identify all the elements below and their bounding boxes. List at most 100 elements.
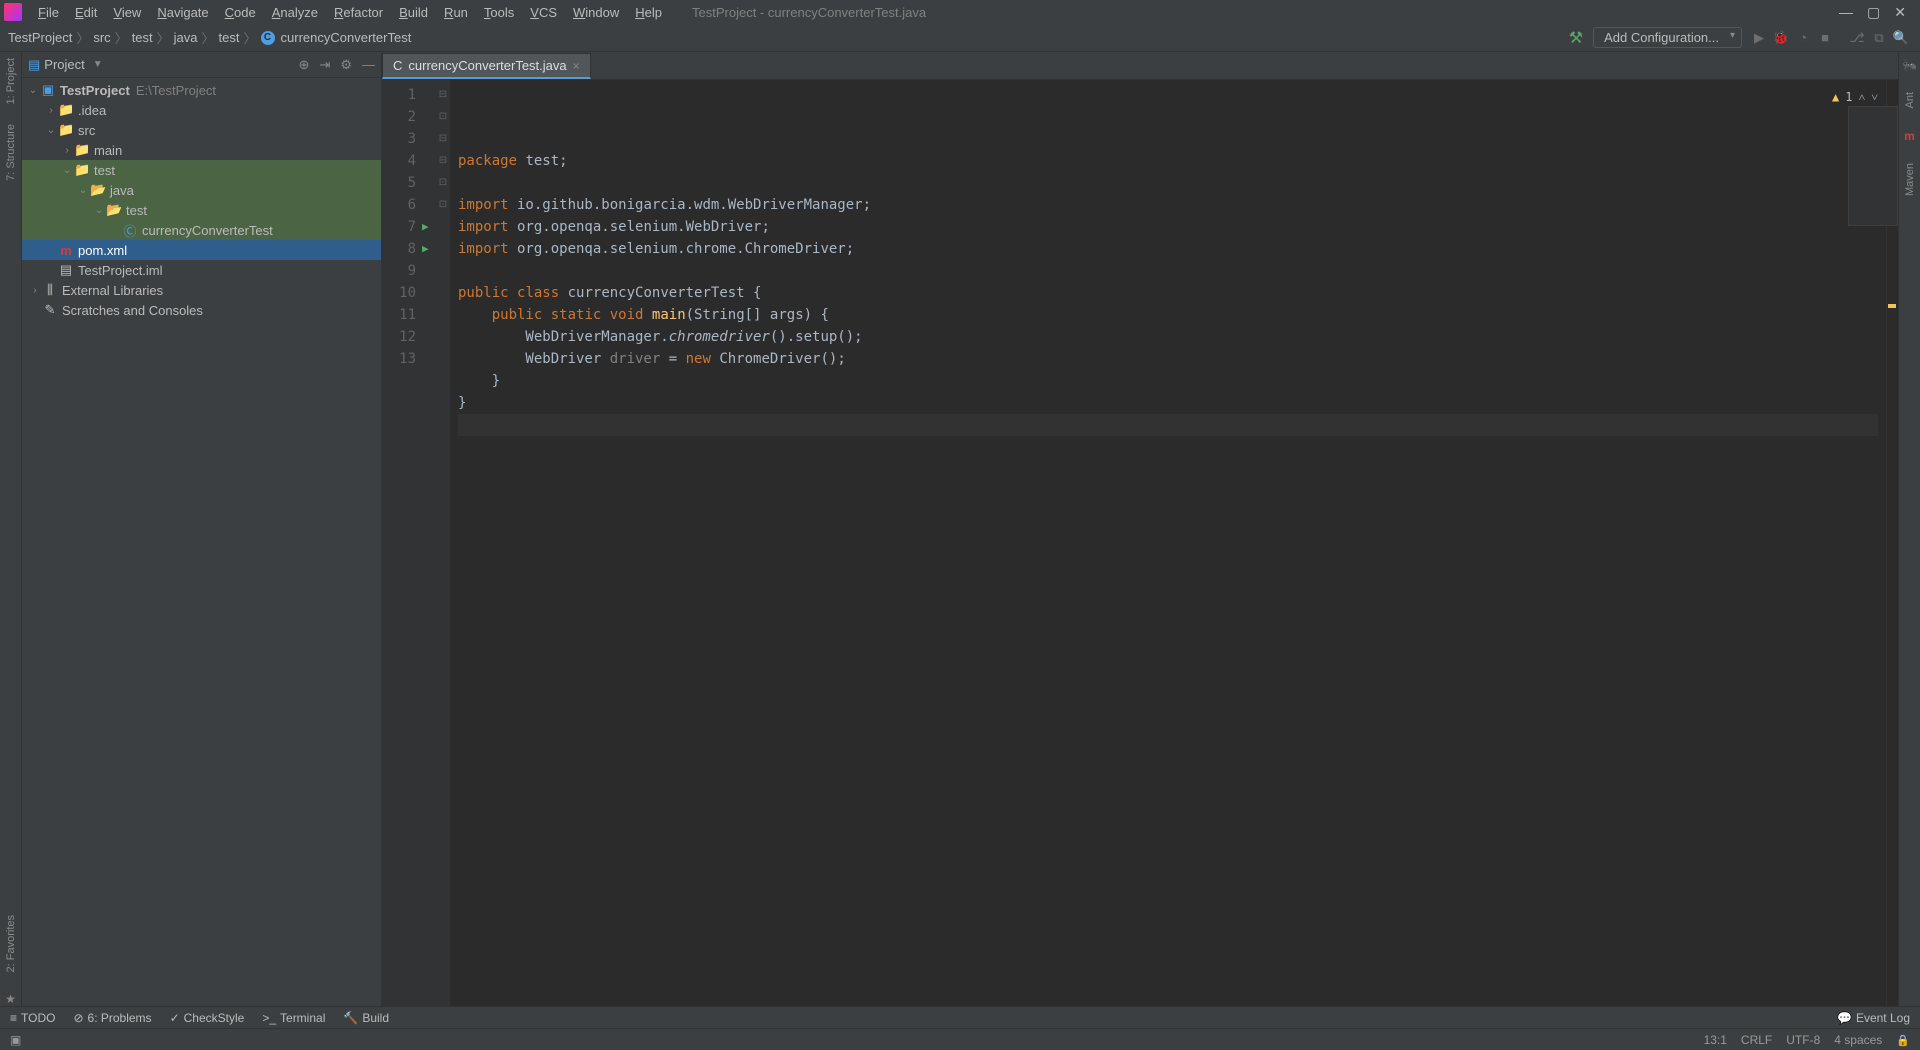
right-tool-rail: 🐜 Ant m Maven — [1898, 52, 1920, 1006]
warning-marker[interactable] — [1888, 304, 1896, 308]
breadcrumb: TestProject〉src〉test〉java〉test〉Ccurrency… — [8, 28, 411, 47]
bottom-tool-build[interactable]: 🔨Build — [343, 1011, 389, 1025]
run-config-dropdown[interactable]: Add Configuration... — [1593, 27, 1742, 48]
bottom-tool-checkstyle[interactable]: ✓CheckStyle — [170, 1011, 245, 1025]
event-log-button[interactable]: 💬 Event Log — [1837, 1011, 1910, 1025]
class-icon: C — [261, 31, 275, 45]
menu-view[interactable]: View — [105, 3, 149, 22]
menu-file[interactable]: File — [30, 3, 67, 22]
line-gutter[interactable]: 12345678910111213 — [382, 80, 436, 1006]
minimize-icon[interactable]: — — [1839, 4, 1853, 21]
tree-item[interactable]: ⌄📂java — [22, 180, 381, 200]
project-tree[interactable]: ⌄▣TestProjectE:\TestProject›📁.idea⌄📁src›… — [22, 78, 381, 322]
tree-root[interactable]: ⌄▣TestProjectE:\TestProject — [22, 80, 381, 100]
run-icon[interactable]: ▶ — [1748, 30, 1770, 46]
menu-run[interactable]: Run — [436, 3, 476, 22]
menu-refactor[interactable]: Refactor — [326, 3, 391, 22]
window-title: TestProject - currencyConverterTest.java — [692, 5, 926, 20]
menu-build[interactable]: Build — [391, 3, 436, 22]
maven-icon[interactable]: m — [1904, 129, 1915, 143]
caret-position[interactable]: 13:1 — [1704, 1033, 1727, 1047]
window-controls: — ▢ ✕ — [1839, 4, 1916, 21]
fold-strip[interactable]: ⊟⊡⊟⊟⊡⊡ — [436, 80, 450, 1006]
rail-favorites[interactable]: 2: Favorites — [5, 915, 17, 972]
tree-item[interactable]: ›⫼External Libraries — [22, 280, 381, 300]
gear-icon[interactable]: ⚙ — [340, 57, 352, 73]
tree-item[interactable]: ▤TestProject.iml — [22, 260, 381, 280]
ant-icon[interactable]: 🐜 — [1902, 58, 1917, 72]
hide-icon[interactable]: — — [362, 57, 375, 73]
git-icon[interactable]: ⎇ — [1846, 30, 1868, 46]
star-icon[interactable]: ★ — [5, 992, 16, 1006]
bottom-tool-todo[interactable]: ≡TODO — [10, 1011, 55, 1025]
class-icon: C — [393, 58, 402, 73]
editor-body: 12345678910111213 ⊟⊡⊟⊟⊡⊡ ▲ 1 ˄ ˅ package… — [382, 80, 1898, 1006]
minimap[interactable] — [1848, 106, 1898, 226]
menu-navigate[interactable]: Navigate — [149, 3, 216, 22]
menu-code[interactable]: Code — [217, 3, 264, 22]
prev-highlight-icon[interactable]: ˄ — [1858, 86, 1865, 108]
build-icon[interactable]: ⚒ — [1569, 28, 1583, 48]
find-icon[interactable]: 🔍 — [1890, 30, 1912, 46]
toolbar: TestProject〉src〉test〉java〉test〉Ccurrency… — [0, 24, 1920, 52]
breadcrumb-item[interactable]: test — [132, 30, 153, 45]
indent[interactable]: 4 spaces — [1834, 1033, 1882, 1047]
menu-bar: FileEditViewNavigateCodeAnalyzeRefactorB… — [0, 0, 1920, 24]
editor-area: C currencyConverterTest.java × 123456789… — [382, 52, 1898, 1006]
rail-ant[interactable]: Ant — [1904, 92, 1916, 109]
sidebar-header: ▤ Project ▼ ⊕ ⇥ ⚙ — — [22, 52, 381, 78]
tree-item[interactable]: ›📁main — [22, 140, 381, 160]
code-area[interactable]: ▲ 1 ˄ ˅ package test; import io.github.b… — [450, 80, 1886, 1006]
left-tool-rail: 1: Project 7: Structure 2: Favorites ★ — [0, 52, 22, 1006]
search-everywhere-icon[interactable]: ⧉ — [1868, 30, 1890, 46]
line-separator[interactable]: CRLF — [1741, 1033, 1772, 1047]
warning-count: 1 — [1845, 86, 1852, 108]
tool-windows-icon[interactable]: ▣ — [10, 1033, 21, 1047]
tab-close-icon[interactable]: × — [573, 59, 580, 73]
collapse-icon[interactable]: ⇥ — [319, 57, 330, 73]
breadcrumb-item[interactable]: test — [219, 30, 240, 45]
chevron-down-icon[interactable]: ▼ — [93, 59, 103, 70]
bottom-tool-6-problems[interactable]: ⊘6: Problems — [73, 1011, 151, 1025]
tree-item[interactable]: mpom.xml — [22, 240, 381, 260]
rail-maven[interactable]: Maven — [1904, 163, 1916, 196]
tree-item[interactable]: ⌄📁src — [22, 120, 381, 140]
maximize-icon[interactable]: ▢ — [1867, 4, 1880, 21]
rail-structure[interactable]: 7: Structure — [5, 124, 17, 181]
tab-file[interactable]: C currencyConverterTest.java × — [382, 53, 591, 79]
menu-analyze[interactable]: Analyze — [264, 3, 326, 22]
menu-window[interactable]: Window — [565, 3, 627, 22]
menu-help[interactable]: Help — [627, 3, 670, 22]
debug-icon[interactable]: 🐞 — [1770, 30, 1792, 46]
coverage-icon[interactable]: ◔ — [1792, 30, 1814, 45]
tree-item[interactable]: ⌄📁test — [22, 160, 381, 180]
menu-vcs[interactable]: VCS — [522, 3, 565, 22]
breadcrumb-item[interactable]: java — [174, 30, 198, 45]
inspections-widget[interactable]: ▲ 1 ˄ ˅ — [1832, 86, 1878, 108]
project-icon: ▤ — [28, 57, 40, 73]
next-highlight-icon[interactable]: ˅ — [1871, 86, 1878, 108]
menu-edit[interactable]: Edit — [67, 3, 105, 22]
tree-item[interactable]: ›📁.idea — [22, 100, 381, 120]
tab-label: currencyConverterTest.java — [408, 58, 566, 73]
bottom-toolbar: ≡TODO ⊘6: Problems ✓CheckStyle >_Terminal 🔨B… — [0, 1006, 1920, 1028]
breadcrumb-item[interactable]: currencyConverterTest — [281, 30, 412, 45]
breadcrumb-item[interactable]: TestProject — [8, 30, 72, 45]
tree-item[interactable]: ⒸcurrencyConverterTest — [22, 220, 381, 240]
menu-tools[interactable]: Tools — [476, 3, 522, 22]
tree-item[interactable]: ⌄📂test — [22, 200, 381, 220]
main-area: 1: Project 7: Structure 2: Favorites ★ ▤… — [0, 52, 1920, 1006]
warning-icon: ▲ — [1832, 86, 1839, 108]
app-logo-icon — [4, 3, 22, 21]
locate-icon[interactable]: ⊕ — [299, 57, 310, 73]
close-icon[interactable]: ✕ — [1894, 4, 1906, 21]
encoding[interactable]: UTF-8 — [1786, 1033, 1820, 1047]
bottom-tool-terminal[interactable]: >_Terminal — [262, 1011, 325, 1025]
lock-icon[interactable] — [1896, 1033, 1910, 1047]
sidebar-title: Project — [44, 57, 84, 72]
breadcrumb-item[interactable]: src — [93, 30, 110, 45]
tree-item[interactable]: ✎Scratches and Consoles — [22, 300, 381, 320]
rail-project[interactable]: 1: Project — [5, 58, 17, 104]
balloon-icon: 💬 — [1837, 1011, 1852, 1025]
stop-icon[interactable]: ■ — [1814, 30, 1836, 45]
